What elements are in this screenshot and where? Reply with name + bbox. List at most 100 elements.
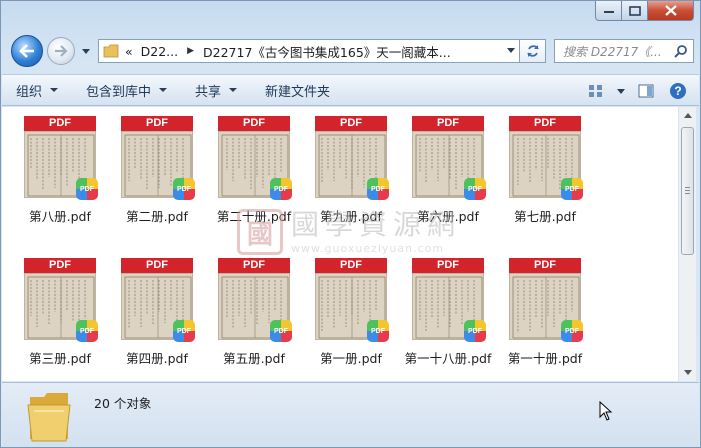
file-name: 第四册.pdf [126,351,188,366]
address-bar[interactable]: « D22... ▶ D22717《古今图书集成165》天一阁藏本... [98,39,520,63]
search-input[interactable]: 搜索 D22717《... [554,39,694,63]
breadcrumb-item-current[interactable]: D22717《古今图书集成165》天一阁藏本... [203,42,451,61]
file-item[interactable]: PDF PDF 第四册.pdf [109,258,205,367]
forward-button[interactable] [47,37,75,65]
refresh-icon [526,45,539,57]
include-in-library-label: 包含到库中 [86,84,152,100]
recent-pages-button[interactable] [80,45,92,57]
pdf-header: PDF [509,258,581,273]
file-item[interactable]: PDF PDF 第五册.pdf [206,258,302,367]
pdf-thumbnail[interactable]: PDF PDF [218,116,292,200]
pdf-reader-badge-icon: PDF [76,320,98,342]
pdf-header: PDF [121,258,193,273]
folder-icon [103,44,119,58]
pdf-header: PDF [315,258,387,273]
item-count: 20 个对象 [94,396,152,411]
file-item[interactable]: PDF PDF 第八册.pdf [12,116,108,225]
view-controls: ? [583,80,691,102]
pdf-reader-badge-icon: PDF [561,178,583,200]
address-dropdown-icon[interactable] [507,48,515,53]
pdf-thumbnail[interactable]: PDF PDF [24,116,98,200]
pdf-header: PDF [218,116,290,131]
pdf-reader-badge-icon: PDF [173,178,195,200]
file-name: 第一册.pdf [320,351,382,366]
file-item[interactable]: PDF PDF 第九册.pdf [303,116,399,225]
view-grid-icon [589,85,602,97]
scroll-down-icon [683,370,692,375]
pdf-thumbnail[interactable]: PDF PDF [509,116,583,200]
new-folder-label: 新建文件夹 [265,84,331,100]
preview-pane-icon [638,84,654,98]
pdf-thumbnail[interactable]: PDF PDF [24,258,98,342]
pdf-reader-badge-icon: PDF [464,178,486,200]
file-item[interactable]: PDF PDF 第一十八册.pdf [400,258,496,367]
dropdown-arrow-icon [159,88,168,92]
share-label: 共享 [195,84,222,100]
breadcrumb: « D22... ▶ D22717《古今图书集成165》天一阁藏本... [125,42,451,61]
close-button[interactable] [648,1,694,21]
file-name: 第六册.pdf [417,209,479,224]
minimize-icon [603,10,614,13]
file-item[interactable]: PDF PDF 第二册.pdf [109,116,205,225]
pdf-reader-badge-icon: PDF [76,178,98,200]
back-arrow-icon [19,44,34,58]
breadcrumb-item-parent[interactable]: D22... [141,44,178,59]
preview-pane-button[interactable] [633,80,659,102]
pdf-thumbnail[interactable]: PDF PDF [121,116,195,200]
thumb-grip [685,190,690,191]
refresh-button[interactable] [520,39,546,63]
chevron-down-icon [617,88,625,94]
minimize-button[interactable] [595,1,622,21]
file-name: 第二十册.pdf [216,209,292,224]
pdf-reader-badge-icon: PDF [561,320,583,342]
pdf-reader-badge-icon: PDF [270,320,292,342]
include-in-library-menu[interactable]: 包含到库中 [72,75,181,105]
chevron-down-icon [82,48,90,54]
scroll-up-button[interactable] [679,107,696,124]
file-item[interactable]: PDF PDF 第七册.pdf [497,116,593,225]
vertical-scrollbar[interactable] [678,107,696,381]
back-button[interactable] [11,35,43,67]
file-name: 第九册.pdf [320,209,382,224]
breadcrumb-separator-icon[interactable]: ▶ [187,46,194,56]
pdf-thumbnail[interactable]: PDF PDF [509,258,583,342]
search-icon[interactable] [674,44,688,58]
new-folder-button[interactable]: 新建文件夹 [251,75,344,105]
pdf-reader-badge-icon: PDF [270,178,292,200]
pdf-thumbnail[interactable]: PDF PDF [412,258,486,342]
file-name: 第二册.pdf [126,209,188,224]
breadcrumb-overflow[interactable]: « [125,44,133,59]
help-button[interactable]: ? [665,80,691,102]
scroll-thumb[interactable] [681,127,694,255]
pdf-header: PDF [315,116,387,131]
file-name: 第八册.pdf [29,209,91,224]
share-menu[interactable]: 共享 [181,75,251,105]
scroll-down-button[interactable] [679,364,696,381]
change-view-button[interactable] [583,80,609,102]
scroll-up-icon [683,113,692,118]
maximize-icon [628,5,641,16]
file-item[interactable]: PDF PDF 第一册.pdf [303,258,399,367]
file-item[interactable]: PDF PDF 第六册.pdf [400,116,496,225]
svg-text:?: ? [674,84,681,98]
maximize-button[interactable] [622,1,648,21]
file-list[interactable]: PDF PDF 第八册.pdf PDF PDF 第二册.pdf PDF PDF … [2,107,678,381]
file-item[interactable]: PDF PDF 第一十册.pdf [497,258,593,367]
pdf-reader-badge-icon: PDF [173,320,195,342]
pdf-thumbnail[interactable]: PDF PDF [121,258,195,342]
dropdown-arrow-icon [229,88,238,92]
thumb-grip [685,187,690,188]
pdf-thumbnail[interactable]: PDF PDF [315,258,389,342]
file-item[interactable]: PDF PDF 第二十册.pdf [206,116,302,225]
view-options-button[interactable] [615,80,627,102]
pdf-reader-badge-icon: PDF [464,320,486,342]
pdf-header: PDF [24,258,96,273]
file-item[interactable]: PDF PDF 第三册.pdf [12,258,108,367]
dropdown-arrow-icon [50,88,59,92]
pdf-header: PDF [509,116,581,131]
command-bar: 组织 包含到库中 共享 新建文件夹 ? [2,74,699,106]
pdf-thumbnail[interactable]: PDF PDF [218,258,292,342]
pdf-thumbnail[interactable]: PDF PDF [315,116,389,200]
pdf-thumbnail[interactable]: PDF PDF [412,116,486,200]
organize-menu[interactable]: 组织 [2,75,72,105]
